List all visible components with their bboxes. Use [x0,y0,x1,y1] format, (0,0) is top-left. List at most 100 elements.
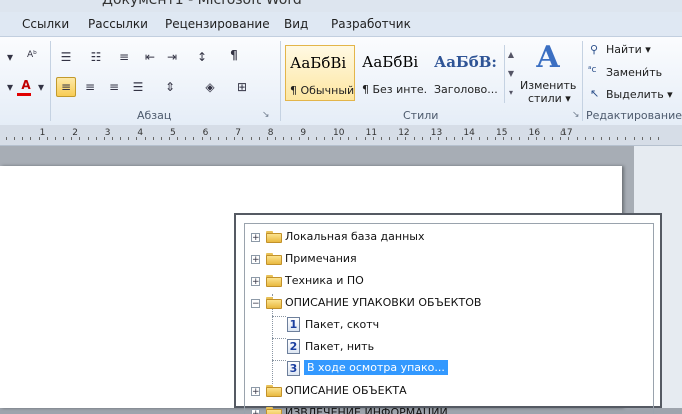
ruler-tick [617,137,619,140]
align-center-icon[interactable]: ≡ [80,77,100,97]
ruler-tick [633,137,635,140]
scroll-up-icon[interactable]: ▲ [505,45,517,64]
ruler-tick [421,137,423,140]
tree-child-node[interactable]: 2 Пакет, нить [245,337,645,357]
justify-icon[interactable]: ☰ [128,77,148,97]
ruler-tick [234,137,236,140]
font-color-bar [17,93,31,96]
ruler-tick [486,137,488,140]
tree-node[interactable]: + ИЗВЛЕЧЕНИЕ ИНФОРМАЦИИ [245,403,645,414]
ruler-tick [30,137,32,140]
line-spacing-icon[interactable]: ⇕ [160,77,180,97]
tree-node[interactable]: − ОПИСАНИЕ УПАКОВКИ ОБЪЕКТОВ [245,293,645,313]
style-sample: АаБбВі [290,54,347,72]
ruler-tick [552,137,554,140]
numbering-icon[interactable]: ☷ [86,47,106,67]
shading-icon[interactable]: ◈ [200,77,220,97]
expand-icon[interactable]: + [251,409,260,414]
ruler-number: 2 [72,128,78,138]
editing-group-label: Редактирование [586,109,682,122]
expand-icon[interactable]: + [251,387,260,397]
select-button[interactable]: Выделить ▾ [606,88,673,101]
ruler-tick [226,137,228,140]
gallery-more-icon[interactable]: ▾ [505,83,517,102]
expand-icon[interactable]: + [251,277,260,287]
align-right-icon[interactable]: ≡ [104,77,124,97]
window-title: Документ1 - Microsoft Word [102,0,302,8]
ruler-tick [63,137,65,140]
tree-view[interactable]: + Локальная база данных + Примечания + Т… [244,223,654,414]
ruler-tick [266,137,268,140]
title-bar: Документ1 - Microsoft Word [0,0,682,12]
ruler-tick [136,137,138,140]
group-separator [582,41,583,121]
folder-icon [266,231,282,243]
horizontal-ruler[interactable]: 1 2 3 4 5 6 7 8 9 10 11 12 13 14 15 16 17 ⌂ [0,125,682,146]
ruler-tick [169,137,170,140]
tab-mailings[interactable]: Рассылки [88,17,148,31]
tab-review[interactable]: Рецензирование [165,17,270,31]
ruler-tick [641,137,643,140]
expand-icon[interactable]: + [251,255,260,265]
change-styles-label[interactable]: Изменить [520,79,576,92]
gallery-scroll[interactable]: ▲ ▼ ▾ [504,45,517,103]
font-size-arrow-icon[interactable]: ▾ [0,47,20,67]
ruler-tick [372,137,374,140]
tab-view[interactable]: Вид [284,17,308,31]
folder-open-icon [266,297,282,309]
tree-node-label: Техника и ПО [285,274,364,287]
ruler-number: 13 [430,128,443,138]
ruler-tick [201,137,203,140]
ruler-tick [185,137,187,140]
ruler-tick [217,137,219,140]
tree-child-node-selected[interactable]: 3 В ходе осмотра упако... [245,359,645,379]
style-no-spacing[interactable]: АаБбВі ¶ Без инте... [358,45,428,101]
folder-icon [266,407,282,414]
style-heading[interactable]: АаБбВ: Заголово... [430,45,500,101]
ruler-tick [71,137,73,140]
style-sample: АаБбВі [362,53,419,71]
tree-node[interactable]: + Локальная база данных [245,227,645,247]
tab-developer[interactable]: Разработчик [331,17,411,31]
ruler-number: 7 [235,128,241,138]
ruler-number: 10 [333,128,345,138]
ruler-tick [348,137,350,140]
ruler-tick [584,137,586,140]
align-left-icon[interactable]: ≡ [56,77,76,97]
styles-launcher-icon[interactable]: ↘ [572,110,580,120]
collapse-icon[interactable]: − [251,299,260,309]
ruler-number: 11 [365,128,378,138]
find-button[interactable]: Найти ▾ [606,43,651,56]
paragraph-group-label: Абзац [137,109,172,122]
font-color-arrow-icon[interactable]: ▾ [31,77,51,97]
multilevel-list-icon[interactable]: ≡ [114,47,134,67]
ruler-tick [576,137,578,140]
scroll-down-icon[interactable]: ▼ [505,64,517,83]
ruler-tick [380,137,382,140]
decrease-indent-icon[interactable]: ⇤ [140,47,160,67]
ruler-tick [658,137,659,140]
borders-icon[interactable]: ⊞ [232,77,252,97]
change-styles-icon[interactable]: A [530,41,566,75]
show-formatting-icon[interactable]: ¶ [224,45,244,65]
replace-button[interactable]: Замени́ть [606,66,662,79]
tree-node-label: Пакет, нить [305,340,375,353]
tree-child-node[interactable]: 1 Пакет, скотч [245,315,645,335]
ruler-tick [397,137,399,140]
tab-references[interactable]: Ссылки [22,17,69,31]
bullets-icon[interactable]: ☰ [56,47,76,67]
right-indent-marker[interactable]: ⌂ [560,128,566,138]
clear-format-icon[interactable]: Aᵇ [22,45,42,65]
paragraph-launcher-icon[interactable]: ↘ [262,110,270,120]
tree-node[interactable]: + Техника и ПО [245,271,645,291]
ruler-tick [340,137,342,140]
sort-icon[interactable]: ↕ [192,47,212,67]
ruler-tick [291,137,293,140]
increase-indent-icon[interactable]: ⇥ [162,47,182,67]
style-normal[interactable]: АаБбВі ¶ Обычный [285,45,355,101]
tree-node[interactable]: + Примечания [245,249,645,269]
expand-icon[interactable]: + [251,233,260,243]
ruler-tick [356,137,358,140]
change-styles-label2[interactable]: стили ▾ [528,92,571,105]
tree-node[interactable]: + ОПИСАНИЕ ОБЪЕКТА [245,381,645,401]
